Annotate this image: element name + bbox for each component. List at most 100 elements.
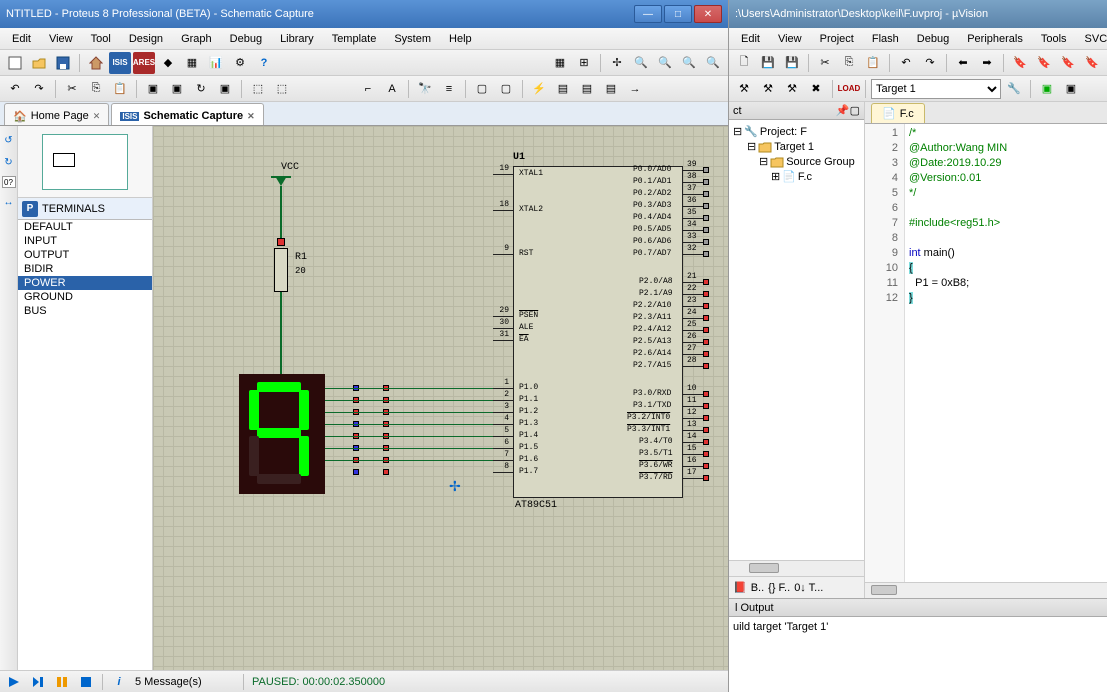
code-line[interactable]: #include<reg51.h> — [909, 216, 1007, 231]
uv-nav-back-icon[interactable]: ⬅ — [952, 52, 974, 74]
code-line[interactable]: @Version:0.01 — [909, 171, 1007, 186]
overview-thumbnail[interactable] — [18, 126, 152, 198]
uv-manage-icon[interactable]: ▣ — [1036, 78, 1058, 100]
close-icon[interactable]: ✕ — [93, 111, 101, 122]
target-select[interactable]: Target 1 — [871, 79, 1001, 99]
code-line[interactable]: @Date:2019.10.29 — [909, 156, 1007, 171]
play-button[interactable] — [6, 674, 22, 690]
bom-icon[interactable]: ▦ — [181, 52, 203, 74]
uv-menu-project[interactable]: Project — [812, 31, 862, 47]
terminal-item-bidir[interactable]: BIDIR — [18, 262, 152, 276]
project-hscroll[interactable] — [729, 560, 864, 576]
code-line[interactable]: P1 = 0xB8; — [909, 276, 1007, 291]
search-icon[interactable]: 🔭 — [414, 78, 436, 100]
tree-group[interactable]: ⊟ Source Group — [733, 154, 860, 169]
uv-options-icon[interactable]: 🔧 — [1003, 78, 1025, 100]
decompose-icon[interactable]: ▢ — [495, 78, 517, 100]
info-icon[interactable]: i — [111, 674, 127, 690]
uv-save-icon[interactable]: 💾 — [757, 52, 779, 74]
uv-menu-peripherals[interactable]: Peripherals — [959, 31, 1031, 47]
project-panel-header[interactable]: ct 📌 ▢ — [729, 102, 864, 120]
p-badge-icon[interactable]: P — [22, 201, 38, 217]
cut-icon[interactable]: ✂ — [61, 78, 83, 100]
expand-icon[interactable]: ⊟ — [747, 140, 756, 153]
bom-button-icon[interactable]: ▤ — [576, 78, 598, 100]
proteus-titlebar[interactable]: NTITLED - Proteus 8 Professional (BETA) … — [0, 0, 728, 28]
uv-batch-icon[interactable]: ⚒ — [781, 78, 803, 100]
uv-menu-svcs[interactable]: SVCS — [1077, 31, 1107, 47]
tree-file[interactable]: ⊞ 📄 F.c — [733, 169, 860, 184]
tab-books[interactable]: B.. — [751, 582, 764, 594]
uv-menu-view[interactable]: View — [770, 31, 810, 47]
zoom-out-icon[interactable]: 🔍 — [654, 52, 676, 74]
menu-design[interactable]: Design — [121, 31, 171, 47]
text-tool-icon[interactable]: A — [381, 78, 403, 100]
uv-cut-icon[interactable]: ✂ — [814, 52, 836, 74]
step-button[interactable] — [30, 674, 46, 690]
terminal-item-bus[interactable]: BUS — [18, 304, 152, 318]
redo-icon[interactable]: ↷ — [28, 78, 50, 100]
erc-icon[interactable]: ⚡ — [528, 78, 550, 100]
project-tree[interactable]: ⊟ 🔧 Project: F ⊟ Target 1 ⊟ Source Group — [729, 120, 864, 560]
code-line[interactable]: } — [909, 291, 1007, 306]
open-icon[interactable] — [28, 52, 50, 74]
uv-bookmark-icon[interactable]: 🔖 — [1009, 52, 1031, 74]
uv-manage2-icon[interactable]: ▣ — [1060, 78, 1082, 100]
uvision-titlebar[interactable]: :\Users\Administrator\Desktop\keil\F.uvp… — [729, 0, 1107, 28]
menu-debug[interactable]: Debug — [222, 31, 270, 47]
3d-icon[interactable]: ◆ — [157, 52, 179, 74]
uv-stop-build-icon[interactable]: ✖ — [805, 78, 827, 100]
menu-edit[interactable]: Edit — [4, 31, 39, 47]
minimize-button[interactable]: — — [634, 5, 662, 23]
menu-view[interactable]: View — [41, 31, 81, 47]
transfer-icon[interactable]: → — [624, 78, 646, 100]
place-icon[interactable]: ⬚ — [271, 78, 293, 100]
pin-icon[interactable]: 📌 — [836, 104, 850, 117]
menu-template[interactable]: Template — [324, 31, 385, 47]
uv-saveall-icon[interactable]: 💾 — [781, 52, 803, 74]
expand-icon[interactable]: ⊟ — [759, 155, 768, 168]
close-button[interactable]: ✕ — [694, 5, 722, 23]
netlist-icon[interactable]: ▤ — [552, 78, 574, 100]
home-icon[interactable] — [85, 52, 107, 74]
uv-redo-icon[interactable]: ↷ — [919, 52, 941, 74]
tab-templates[interactable]: 0↓ T... — [794, 582, 823, 594]
uv-new-icon[interactable]: 🗋 — [733, 52, 755, 74]
new-project-icon[interactable] — [4, 52, 26, 74]
expand-icon[interactable]: ⊞ — [771, 170, 780, 183]
zoom-in-icon[interactable]: 🔍 — [630, 52, 652, 74]
uv-menu-flash[interactable]: Flash — [864, 31, 907, 47]
block-rotate-icon[interactable]: ↻ — [190, 78, 212, 100]
code-line[interactable]: @Author:Wang MIN — [909, 141, 1007, 156]
pause-button[interactable] — [54, 674, 70, 690]
terminal-item-default[interactable]: DEFAULT — [18, 220, 152, 234]
book-icon[interactable]: 📕 — [733, 581, 747, 594]
zoom-area-icon[interactable]: 🔍 — [702, 52, 724, 74]
rotate-ccw-icon[interactable]: ↺ — [1, 132, 17, 148]
uv-build-icon[interactable]: ⚒ — [733, 78, 755, 100]
expand-icon[interactable]: ⊟ — [733, 125, 742, 138]
uv-menu-tools[interactable]: Tools — [1033, 31, 1075, 47]
file-tab-fc[interactable]: 📄 F.c — [871, 103, 925, 123]
panel-close-icon[interactable]: ▢ — [850, 104, 860, 117]
report-icon[interactable]: ▤ — [600, 78, 622, 100]
code-line[interactable]: { — [909, 261, 1007, 276]
code-line[interactable]: int main() — [909, 246, 1007, 261]
package-icon[interactable]: ▢ — [471, 78, 493, 100]
uv-menu-edit[interactable]: Edit — [733, 31, 768, 47]
terminal-item-output[interactable]: OUTPUT — [18, 248, 152, 262]
tab-home[interactable]: 🏠 Home Page ✕ — [4, 103, 109, 125]
menu-system[interactable]: System — [386, 31, 439, 47]
uv-rebuild-icon[interactable]: ⚒ — [757, 78, 779, 100]
mirror-h-icon[interactable]: ↔ — [1, 194, 17, 210]
zoom-all-icon[interactable]: 🔍 — [678, 52, 700, 74]
uv-bookmark-clear-icon[interactable]: 🔖 — [1081, 52, 1103, 74]
stop-button[interactable] — [78, 674, 94, 690]
terminal-item-ground[interactable]: GROUND — [18, 290, 152, 304]
copy-icon[interactable]: ⎘ — [85, 78, 107, 100]
menu-help[interactable]: Help — [441, 31, 480, 47]
ares-icon[interactable]: ARES — [133, 52, 155, 74]
snap-icon[interactable]: ⊞ — [573, 52, 595, 74]
code-line[interactable]: */ — [909, 186, 1007, 201]
angle-input[interactable]: 0? — [2, 176, 16, 188]
